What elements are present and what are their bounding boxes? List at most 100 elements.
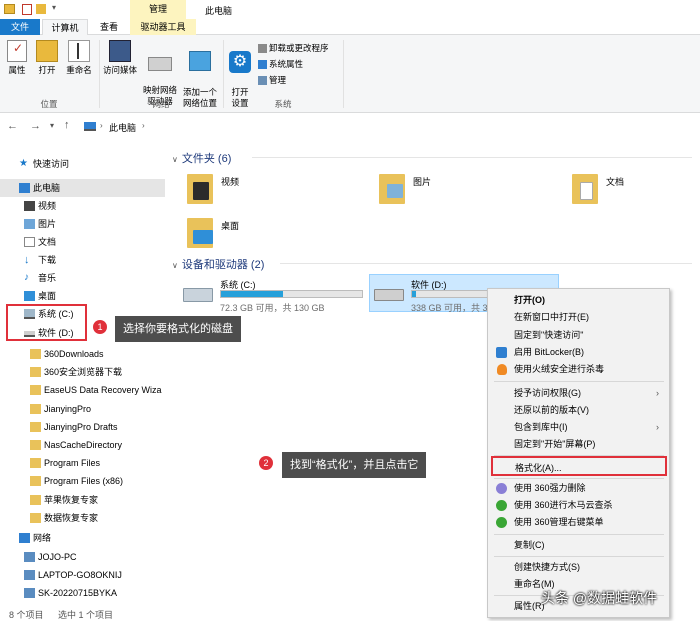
menu-open-new-window[interactable]: 在新窗口中打开(E) — [488, 309, 669, 326]
nav-folder-item[interactable]: Program Files — [0, 454, 165, 472]
folder-videos[interactable]: 视频 — [185, 170, 375, 210]
360-manage-icon — [496, 517, 507, 528]
menu-format[interactable]: 格式化(A)... — [491, 456, 667, 476]
menu-include-library[interactable]: 包含到库中(I) › — [488, 419, 669, 436]
computer-icon — [19, 183, 30, 193]
group-separator — [343, 40, 344, 108]
back-arrow-icon[interactable]: ← — [7, 120, 18, 132]
nav-item-music[interactable]: ♪ 音乐 — [0, 269, 165, 287]
system-properties-button[interactable]: 系统属性 — [258, 58, 303, 70]
nav-computer-laptop[interactable]: LAPTOP-GO8OKNIJ — [0, 566, 165, 584]
tab-drive-tools[interactable]: 驱动器工具 — [130, 19, 196, 35]
menu-pin-quick-access[interactable]: 固定到"快速访问" — [488, 327, 669, 344]
folder-label: 图片 — [413, 177, 432, 187]
menu-copy[interactable]: 复制(C) — [488, 537, 669, 554]
nav-folder-item[interactable]: 360Downloads — [0, 345, 165, 363]
nav-this-pc[interactable]: 此电脑 — [0, 179, 165, 197]
ribbon-tab-row: 文件 计算机 查看 驱动器工具 — [0, 19, 700, 36]
menu-separator — [494, 381, 664, 382]
nav-network[interactable]: 网络 — [0, 529, 165, 547]
menu-create-shortcut[interactable]: 创建快捷方式(S) — [488, 559, 669, 576]
menu-grant-access[interactable]: 授予访问权限(G) › — [488, 385, 669, 402]
nav-label: NasCacheDirectory — [44, 440, 123, 450]
checklist-icon[interactable] — [22, 4, 32, 15]
folder-desktop[interactable]: 桌面 — [185, 214, 375, 254]
drives-header-label: 设备和驱动器 (2) — [181, 259, 265, 271]
drive-c-tile[interactable]: 系统 (C:) 72.3 GB 可用，共 130 GB — [179, 274, 369, 313]
forward-arrow-icon[interactable]: → — [30, 120, 41, 132]
nav-label: 音乐 — [38, 273, 57, 283]
rename-button[interactable]: 重命名 — [62, 40, 96, 76]
up-arrow-icon[interactable]: ↑ — [64, 119, 70, 131]
nav-computer-sk[interactable]: SK-20220715BYKA — [0, 584, 165, 602]
nav-item-videos[interactable]: 视频 — [0, 197, 165, 215]
nav-item-pictures[interactable]: 图片 — [0, 215, 165, 233]
group-location-label: 位置 — [40, 99, 58, 109]
folder-pictures[interactable]: 图片 — [377, 170, 567, 210]
nav-item-downloads[interactable]: ↓ 下载 — [0, 251, 165, 269]
menu-360-force-delete[interactable]: 使用 360强力删除 — [488, 480, 669, 497]
title-bar: ▾ 管理 此电脑 — [0, 0, 700, 19]
access-media-button[interactable]: 访问媒体 — [101, 40, 139, 76]
new-folder-icon[interactable] — [36, 4, 46, 14]
tab-computer[interactable]: 计算机 — [42, 19, 88, 36]
network-icon — [19, 533, 30, 543]
map-drive-button[interactable]: 映射网络 驱动器 — [141, 40, 179, 107]
quick-access-dropdown-icon[interactable]: ▾ — [52, 3, 56, 12]
network-location-icon — [189, 51, 211, 71]
manage-context-tab[interactable]: 管理 — [130, 0, 186, 19]
address-bar[interactable]: › 此电脑 › — [80, 118, 700, 136]
nav-quick-access[interactable]: ★ 快速访问 — [0, 155, 165, 173]
nav-label: JOJO-PC — [38, 552, 77, 562]
menu-huorong-scan[interactable]: 使用火绒安全进行杀毒 — [488, 361, 669, 378]
pictures-icon — [24, 219, 35, 229]
nav-label: 图片 — [38, 219, 57, 229]
flame-icon — [497, 364, 507, 375]
desktop-screen-icon — [193, 230, 213, 244]
recent-locations-dropdown-icon[interactable]: ▾ — [50, 121, 54, 130]
nav-label: 下载 — [38, 255, 57, 265]
submenu-arrow-icon: › — [656, 388, 659, 398]
tab-view[interactable]: 查看 — [92, 19, 126, 35]
nav-folder-item[interactable]: Program Files (x86) — [0, 472, 165, 490]
nav-label: 快速访问 — [33, 159, 70, 169]
section-divider — [280, 263, 692, 264]
shield-icon — [496, 347, 507, 358]
nav-item-documents[interactable]: 文档 — [0, 233, 165, 251]
open-button[interactable]: 打开 — [33, 40, 61, 76]
menu-enable-bitlocker[interactable]: 启用 BitLocker(B) — [488, 344, 669, 361]
breadcrumb-this-pc[interactable]: 此电脑 — [109, 121, 136, 134]
menu-360-manage-menu[interactable]: 使用 360管理右键菜单 — [488, 514, 669, 531]
nav-folder-item[interactable]: JianyingPro Drafts — [0, 418, 165, 436]
uninstall-button[interactable]: 卸载或更改程序 — [258, 42, 329, 54]
menu-pin-start[interactable]: 固定到"开始"屏幕(P) — [488, 436, 669, 453]
this-pc-icon — [84, 122, 96, 131]
nav-folder-item[interactable]: 360安全浏览器下载 — [0, 363, 165, 381]
nav-item-desktop[interactable]: 桌面 — [0, 287, 165, 305]
menu-360-trojan-scan[interactable]: 使用 360进行木马云查杀 — [488, 497, 669, 514]
nav-label: Program Files — [44, 458, 101, 469]
folder-documents[interactable]: 文档 — [570, 170, 700, 210]
system-drive-icon — [183, 288, 213, 302]
menu-open[interactable]: 打开(O) — [488, 292, 669, 309]
menu-separator — [494, 478, 664, 479]
folders-section-header[interactable]: ∨ 文件夹 (6) — [172, 150, 692, 166]
folders-header-label: 文件夹 (6) — [181, 153, 232, 165]
drives-section-header[interactable]: ∨ 设备和驱动器 (2) — [172, 256, 692, 272]
manage-button[interactable]: 管理 — [258, 74, 286, 86]
nav-folder-item[interactable]: 苹果恢复专家 — [0, 491, 165, 509]
nav-folder-item[interactable]: 数据恢复专家 — [0, 509, 165, 527]
folder-icon — [30, 476, 41, 487]
menu-restore-versions[interactable]: 还原以前的版本(V) — [488, 402, 669, 419]
usage-fill — [221, 291, 284, 297]
properties-button[interactable]: ✓ 属性 — [3, 40, 31, 76]
nav-folder-item[interactable]: EaseUS Data Recovery Wiza — [0, 381, 165, 399]
nav-folder-item[interactable]: JianyingPro — [0, 400, 165, 418]
nav-computer-jojo[interactable]: JOJO-PC — [0, 548, 165, 566]
media-icon — [109, 40, 131, 62]
music-note-icon: ♪ — [24, 272, 29, 283]
menu-label: 使用 360管理右键菜单 — [514, 517, 604, 527]
tab-file[interactable]: 文件 — [0, 19, 40, 35]
step-2-badge: 2 — [259, 456, 273, 470]
nav-folder-item[interactable]: NasCacheDirectory — [0, 436, 165, 454]
